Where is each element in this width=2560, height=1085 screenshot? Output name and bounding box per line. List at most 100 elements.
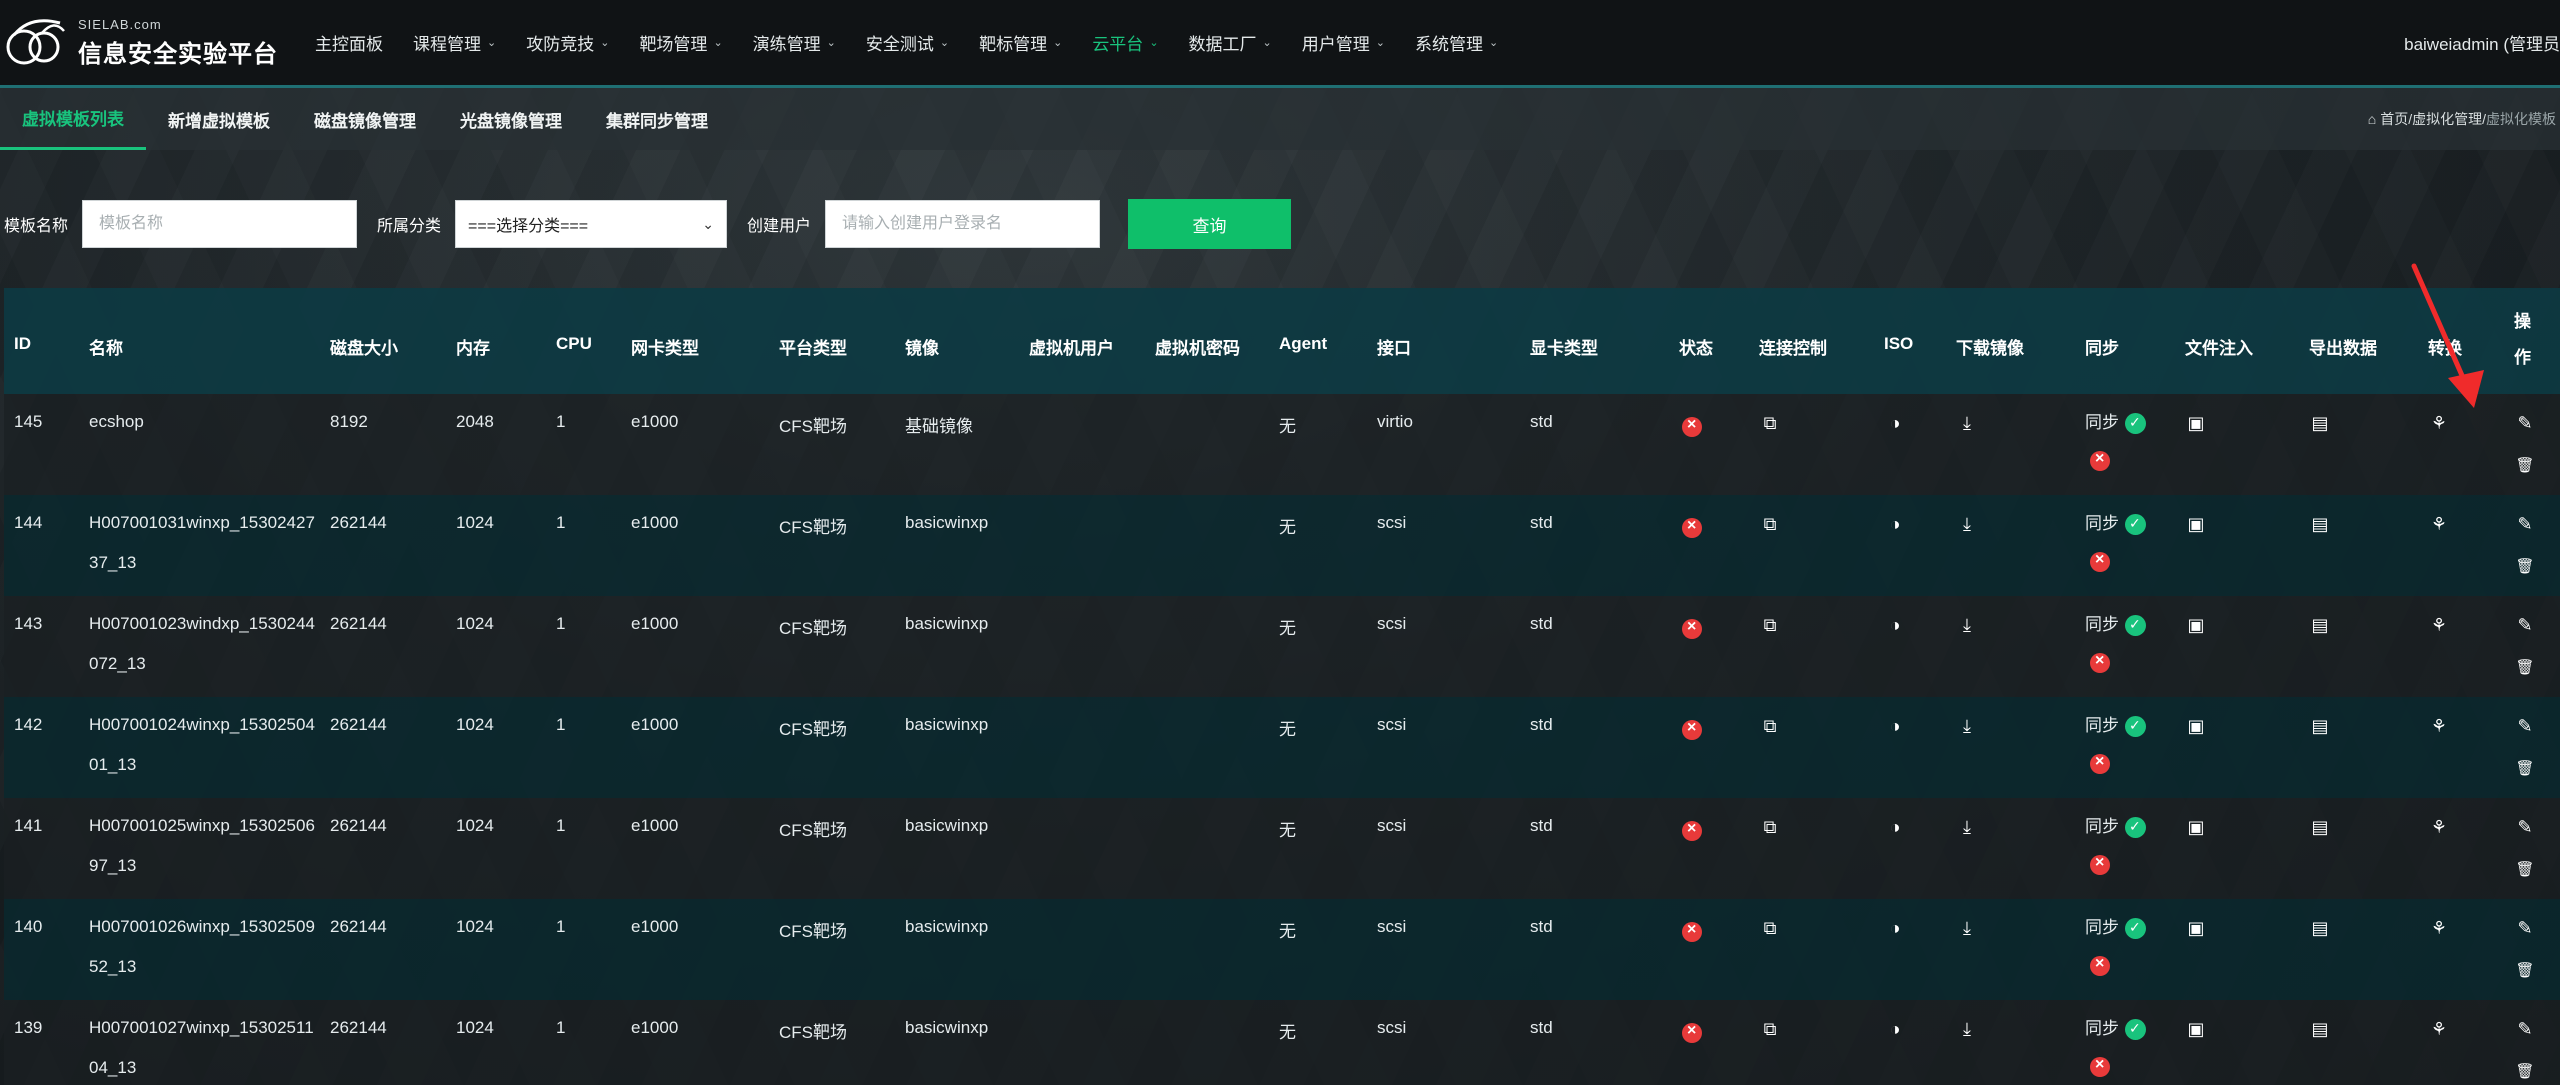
sync-button[interactable]: 同步 (2085, 1014, 2146, 1041)
status-error-icon (1681, 921, 1703, 943)
delete-icon[interactable]: 🗑 (2514, 656, 2536, 678)
export-data-icon[interactable]: ▤ (2309, 1018, 2331, 1040)
nav-item-7[interactable]: 云平台 ⌄ (1077, 0, 1173, 85)
download-icon[interactable]: ⤓ (1956, 816, 1978, 838)
tab-4[interactable]: 集群同步管理 (584, 88, 730, 150)
nav-item-1[interactable]: 课程管理 ⌄ (398, 0, 511, 85)
download-icon[interactable]: ⤓ (1956, 1018, 1978, 1040)
edit-icon[interactable]: ✎ (2514, 715, 2536, 737)
iso-icon[interactable]: ◑ (1884, 816, 1906, 838)
tab-3[interactable]: 光盘镜像管理 (438, 88, 584, 150)
iso-icon[interactable]: ◑ (1884, 715, 1906, 737)
export-data-icon[interactable]: ▤ (2309, 715, 2331, 737)
query-button[interactable]: 查询 (1128, 199, 1292, 249)
convert-icon[interactable]: ⚘ (2428, 1018, 2450, 1040)
template-name-input[interactable] (82, 200, 358, 248)
cell-platform: CFS靶场 (779, 619, 847, 638)
error-dot (1682, 1022, 1702, 1043)
iso-icon[interactable]: ◑ (1884, 412, 1906, 434)
nav-item-2[interactable]: 攻防竞技 ⌄ (511, 0, 624, 85)
cell-id: 144 (14, 513, 43, 532)
sync-button[interactable]: 同步 (2085, 610, 2146, 637)
cell-nic: e1000 (631, 513, 679, 532)
export-data-icon[interactable]: ▤ (2309, 917, 2331, 939)
nav-item-5[interactable]: 安全测试 ⌄ (851, 0, 964, 85)
column-header: ID (14, 334, 31, 353)
edit-icon[interactable]: ✎ (2514, 614, 2536, 636)
nav-item-label: 课程管理 (413, 35, 481, 54)
cell-agent: 无 (1279, 821, 1296, 840)
file-inject-icon[interactable]: ▣ (2185, 1018, 2207, 1040)
convert-icon[interactable]: ⚘ (2428, 715, 2450, 737)
creator-input[interactable] (825, 200, 1101, 248)
connection-control-icon[interactable]: ⧉ (1759, 715, 1781, 737)
nav-item-6[interactable]: 靶标管理 ⌄ (964, 0, 1077, 85)
sync-button[interactable]: 同步 (2085, 509, 2146, 536)
file-inject-icon[interactable]: ▣ (2185, 614, 2207, 636)
nav-item-0[interactable]: 主控面板 (300, 0, 398, 85)
convert-icon[interactable]: ⚘ (2428, 412, 2450, 434)
edit-icon[interactable]: ✎ (2514, 816, 2536, 838)
tab-0[interactable]: 虚拟模板列表 (0, 88, 146, 150)
iso-icon[interactable]: ◑ (1884, 614, 1906, 636)
edit-icon[interactable]: ✎ (2514, 513, 2536, 535)
sync-label: 同步 (2085, 817, 2119, 836)
nav-item-3[interactable]: 靶场管理 ⌄ (624, 0, 737, 85)
connection-control-icon[interactable]: ⧉ (1759, 614, 1781, 636)
tab-2[interactable]: 磁盘镜像管理 (292, 88, 438, 150)
delete-icon[interactable]: 🗑 (2514, 858, 2536, 880)
connection-control-icon[interactable]: ⧉ (1759, 412, 1781, 434)
sync-ok-icon (2125, 1019, 2146, 1041)
convert-icon[interactable]: ⚘ (2428, 816, 2450, 838)
category-select[interactable]: ===选择分类=== ⌄ (455, 200, 728, 248)
nav-item-8[interactable]: 数据工厂 ⌄ (1174, 0, 1287, 85)
sync-button[interactable]: 同步 (2085, 913, 2146, 940)
delete-icon[interactable]: 🗑 (2514, 959, 2536, 981)
file-inject-icon[interactable]: ▣ (2185, 816, 2207, 838)
breadcrumb-path[interactable]: 首页/虚拟化管理/ (2380, 109, 2486, 129)
home-icon[interactable]: ⌂ (2368, 111, 2376, 127)
file-inject-icon[interactable]: ▣ (2185, 513, 2207, 535)
iso-icon[interactable]: ◑ (1884, 1018, 1906, 1040)
sync-button[interactable]: 同步 (2085, 812, 2146, 839)
convert-icon[interactable]: ⚘ (2428, 513, 2450, 535)
edit-icon[interactable]: ✎ (2514, 1018, 2536, 1040)
edit-icon[interactable]: ✎ (2514, 412, 2536, 434)
download-icon[interactable]: ⤓ (1956, 412, 1978, 434)
export-data-icon[interactable]: ▤ (2309, 513, 2331, 535)
nav-item-9[interactable]: 用户管理 ⌄ (1287, 0, 1400, 85)
export-data-icon[interactable]: ▤ (2309, 614, 2331, 636)
delete-icon[interactable]: 🗑 (2514, 555, 2536, 577)
connection-control-icon[interactable]: ⧉ (1759, 1018, 1781, 1040)
table-row: 139 H007001027winxp_1530251104_13 262144 10… (4, 1000, 2560, 1085)
download-icon[interactable]: ⤓ (1956, 917, 1978, 939)
delete-icon[interactable]: 🗑 (2514, 1060, 2536, 1082)
iso-icon[interactable]: ◑ (1884, 917, 1906, 939)
file-inject-icon[interactable]: ▣ (2185, 412, 2207, 434)
delete-icon[interactable]: 🗑 (2514, 454, 2536, 476)
download-icon[interactable]: ⤓ (1956, 513, 1978, 535)
connection-control-icon[interactable]: ⧉ (1759, 513, 1781, 535)
file-inject-icon[interactable]: ▣ (2185, 715, 2207, 737)
edit-icon[interactable]: ✎ (2514, 917, 2536, 939)
nav-item-4[interactable]: 演练管理 ⌄ (738, 0, 851, 85)
export-data-icon-glyph: ▤ (2311, 412, 2329, 433)
file-inject-icon[interactable]: ▣ (2185, 917, 2207, 939)
export-data-icon[interactable]: ▤ (2309, 816, 2331, 838)
connection-control-icon[interactable]: ⧉ (1759, 816, 1781, 838)
logo[interactable]: SIELAB.com 信息安全实验平台 (0, 13, 300, 73)
delete-icon[interactable]: 🗑 (2514, 757, 2536, 779)
download-icon[interactable]: ⤓ (1956, 715, 1978, 737)
user-menu[interactable]: baiweiadmin (管理员 (2404, 30, 2560, 55)
sync-button[interactable]: 同步 (2085, 711, 2146, 738)
convert-icon[interactable]: ⚘ (2428, 614, 2450, 636)
download-icon-glyph: ⤓ (1963, 412, 1971, 433)
sync-button[interactable]: 同步 (2085, 408, 2146, 435)
nav-item-10[interactable]: 系统管理 ⌄ (1400, 0, 1513, 85)
convert-icon[interactable]: ⚘ (2428, 917, 2450, 939)
download-icon[interactable]: ⤓ (1956, 614, 1978, 636)
iso-icon[interactable]: ◑ (1884, 513, 1906, 535)
connection-control-icon[interactable]: ⧉ (1759, 917, 1781, 939)
export-data-icon[interactable]: ▤ (2309, 412, 2331, 434)
tab-1[interactable]: 新增虚拟模板 (146, 88, 292, 150)
